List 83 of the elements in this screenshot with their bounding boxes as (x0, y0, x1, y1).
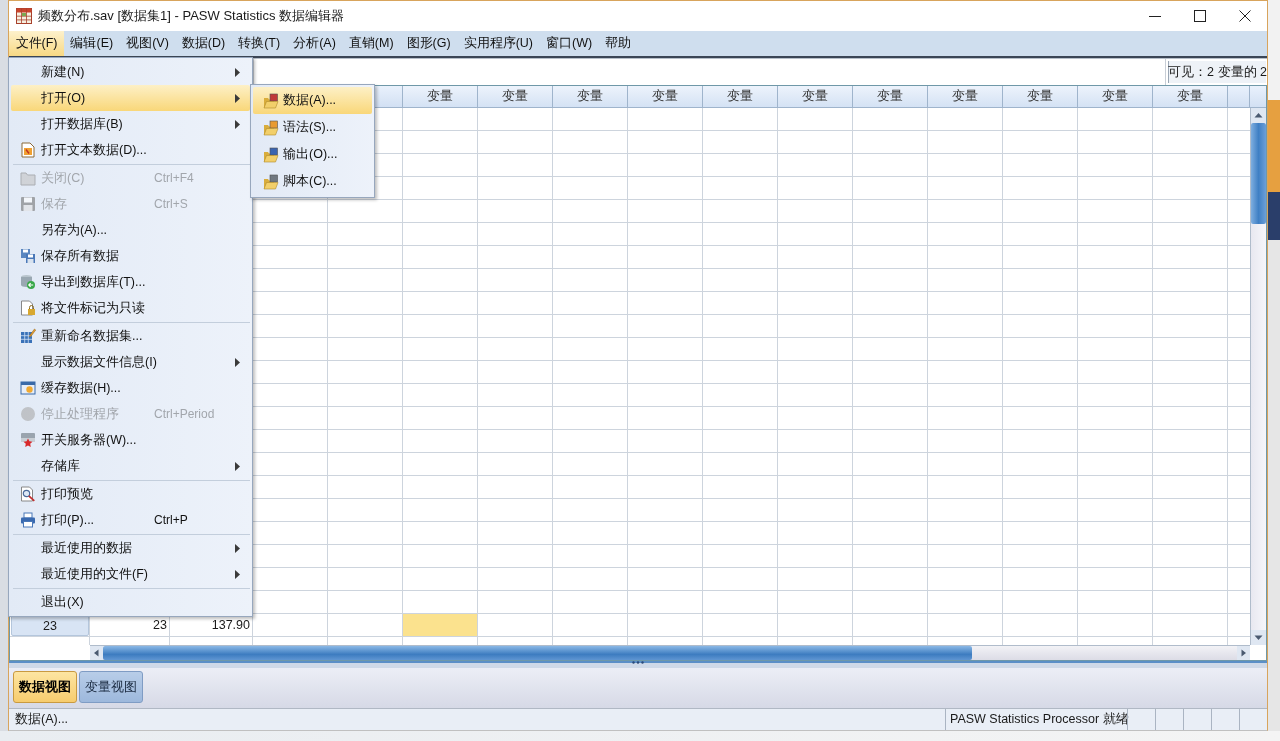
menu-item[interactable]: 打印(P)... Ctrl+P (11, 507, 250, 533)
server-icon (20, 432, 36, 448)
shortcut-label: Ctrl+P (154, 513, 188, 527)
menu-item[interactable]: 重新命名数据集... (11, 323, 250, 349)
menu-bar-item[interactable]: 数据(D) (175, 31, 232, 56)
scroll-up-icon[interactable] (1251, 108, 1266, 123)
column-header[interactable]: 变量 (628, 86, 703, 107)
shortcut-label: Ctrl+F4 (154, 171, 194, 185)
scroll-right-icon[interactable] (1237, 646, 1250, 660)
menu-bar-item[interactable]: 实用程序(U) (457, 31, 540, 56)
scroll-left-icon[interactable] (90, 646, 103, 660)
menu-bar-item[interactable]: 文件(F) (9, 31, 64, 56)
view-tab[interactable]: 变量视图 (79, 671, 143, 703)
folder-icon (263, 146, 279, 163)
scrollbar-thumb[interactable] (103, 646, 972, 660)
window-title: 频数分布.sav [数据集1] - PASW Statistics 数据编辑器 (38, 7, 344, 25)
floppy-disks-icon (20, 248, 36, 264)
column-header[interactable]: 变量 (403, 86, 478, 107)
shortcut-label: Ctrl+S (154, 197, 188, 211)
spreadsheet-icon (16, 8, 32, 24)
menu-bar-item[interactable]: 视图(V) (119, 31, 176, 56)
column-header[interactable]: 变量 (1003, 86, 1078, 107)
menu-item[interactable]: 打印预览 (11, 481, 250, 507)
menu-item[interactable]: 输出(O)... (253, 141, 372, 168)
cell-editor-field[interactable] (253, 59, 1166, 85)
column-header[interactable]: 变量 (928, 86, 1003, 107)
vertical-scrollbar[interactable] (1250, 108, 1266, 645)
column-header[interactable]: 变量 (478, 86, 553, 107)
menu-item[interactable]: 显示数据文件信息(I) (11, 349, 250, 375)
row-header[interactable]: 23 (11, 615, 89, 636)
menu-item[interactable]: 退出(X) (11, 589, 250, 615)
menu-bar-item[interactable]: 编辑(E) (63, 31, 120, 56)
menu-item[interactable]: 最近使用的数据 (11, 535, 250, 561)
column-header[interactable]: 变量 (1078, 86, 1153, 107)
table-pencil-icon (20, 328, 36, 344)
scrollbar-thumb[interactable] (1251, 123, 1266, 224)
maximize-icon (1193, 10, 1206, 22)
menu-bar-item[interactable]: 帮助 (598, 31, 638, 56)
menu-item[interactable]: 打开文本数据(D)... (11, 137, 250, 163)
scroll-down-icon[interactable] (1251, 630, 1266, 645)
view-tab[interactable]: 数据视图 (13, 671, 77, 703)
menu-bar-item[interactable]: 直销(M) (342, 31, 401, 56)
column-header[interactable]: 变量 (1153, 86, 1228, 107)
column-header[interactable]: 变量 (853, 86, 928, 107)
folder-icon (263, 92, 279, 109)
column-header[interactable]: 变量 (553, 86, 628, 107)
menu-bar-item[interactable]: 转换(T) (231, 31, 287, 56)
menu-item[interactable]: 新建(N) (11, 59, 250, 85)
menu-item[interactable]: 缓存数据(H)... (11, 375, 250, 401)
printer-icon (20, 512, 36, 528)
menu-bar-item[interactable]: 窗口(W) (539, 31, 599, 56)
menu-item[interactable]: 最近使用的文件(F) (11, 561, 250, 587)
menu-item[interactable]: 打开(O) (11, 85, 250, 111)
folder-icon (20, 170, 36, 186)
splitter-grip-icon[interactable] (632, 661, 644, 664)
column-header[interactable]: 变量 (778, 86, 853, 107)
column-header[interactable]: 变量 (703, 86, 778, 107)
document-lock-icon (20, 300, 36, 316)
menu-bar-item[interactable]: 图形(G) (400, 31, 458, 56)
menu-item[interactable]: 数据(A)... (253, 87, 372, 114)
shortcut-label: Ctrl+Period (154, 407, 215, 421)
menu-bar-item[interactable]: 分析(A) (286, 31, 343, 56)
menu-item[interactable]: 开关服务器(W)... (11, 427, 250, 453)
close-icon (1238, 10, 1251, 22)
processor-status: PASW Statistics Processor 就绪 (945, 709, 1127, 730)
menu-item[interactable]: 脚本(C)... (253, 168, 372, 195)
menu-item[interactable]: 导出到数据库(T)... (11, 269, 250, 295)
menu-item[interactable]: 保存所有数据 (11, 243, 250, 269)
menu-item[interactable]: 语法(S)... (253, 114, 372, 141)
menu-item[interactable]: 另存为(A)... (11, 217, 250, 243)
menu-item[interactable]: 将文件标记为只读 (11, 295, 250, 321)
circle-icon (20, 406, 36, 422)
status-message: 数据(A)... (14, 711, 70, 728)
menu-item[interactable]: 打开数据库(B) (11, 111, 250, 137)
menu-item[interactable]: 存储库 (11, 453, 250, 479)
folder-icon (263, 173, 279, 190)
visible-variables-label: 可见：2 变量的 2 (1168, 61, 1266, 83)
document-icon (20, 142, 36, 158)
database-export-icon (20, 274, 36, 290)
horizontal-scrollbar[interactable] (90, 645, 1250, 660)
print-preview-icon (20, 486, 36, 502)
table-icon (20, 380, 36, 396)
folder-icon (263, 119, 279, 136)
